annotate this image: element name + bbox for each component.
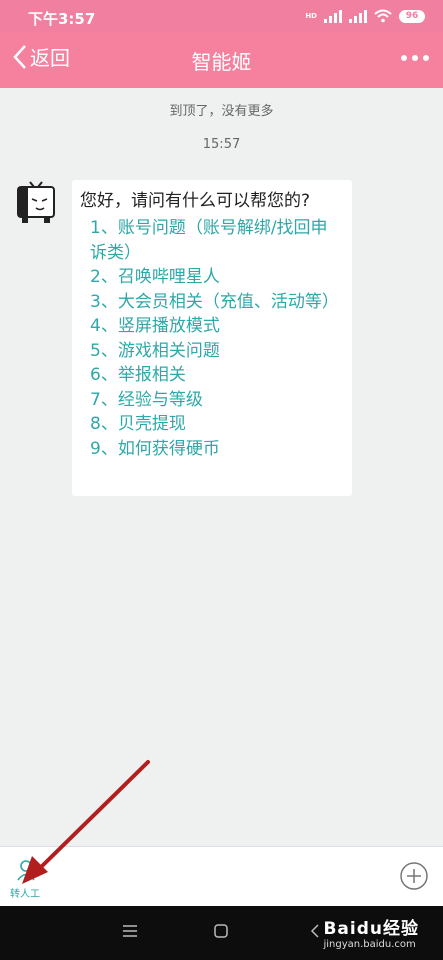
menu-icon[interactable] bbox=[122, 924, 138, 938]
status-bar: 下午3:57 HD 96 bbox=[0, 0, 443, 32]
option-item[interactable]: 1、账号问题（账号解绑/找回申诉类） bbox=[90, 216, 342, 265]
bot-avatar-icon bbox=[17, 181, 55, 223]
signal-icon-2 bbox=[349, 9, 367, 23]
add-icon[interactable] bbox=[399, 861, 429, 891]
options-list: 1、账号问题（账号解绑/找回申诉类） 2、召唤哔哩星人 3、大会员相关（充值、活… bbox=[90, 216, 342, 461]
status-time: 下午3:57 bbox=[28, 10, 96, 28]
hd-badge: HD bbox=[305, 12, 317, 20]
option-item[interactable]: 7、经验与等级 bbox=[90, 388, 342, 413]
message-timestamp: 15:57 bbox=[202, 137, 241, 152]
transfer-to-human-button[interactable]: 转人工 bbox=[8, 859, 44, 903]
watermark-url: jingyan.baidu.com bbox=[323, 939, 416, 950]
more-dot-icon bbox=[412, 55, 418, 61]
option-item[interactable]: 8、贝壳提现 bbox=[90, 412, 342, 437]
transfer-label: 转人工 bbox=[10, 889, 40, 900]
status-icons: HD 96 bbox=[305, 9, 425, 23]
no-more-notice: 到顶了，没有更多 bbox=[169, 104, 274, 119]
baidu-watermark: Baidu经验 jingyan.baidu.com bbox=[323, 914, 419, 950]
option-item[interactable]: 6、举报相关 bbox=[90, 363, 342, 388]
battery-icon: 96 bbox=[399, 9, 425, 23]
watermark-brand: Baidu经验 bbox=[323, 919, 419, 939]
person-icon bbox=[17, 860, 35, 881]
option-item[interactable]: 9、如何获得硬币 bbox=[90, 437, 342, 462]
greeting-text: 您好，请问有什么可以帮您的? bbox=[80, 191, 311, 211]
nav-bar: 返回 智能姬 bbox=[0, 32, 443, 88]
wifi-icon bbox=[374, 9, 392, 23]
option-item[interactable]: 2、召唤哔哩星人 bbox=[90, 265, 342, 290]
more-button[interactable] bbox=[401, 46, 429, 70]
more-dot-icon bbox=[401, 55, 407, 61]
back-nav-icon[interactable] bbox=[310, 924, 320, 938]
signal-icon bbox=[324, 9, 342, 23]
more-dot-icon bbox=[423, 55, 429, 61]
option-item[interactable]: 5、游戏相关问题 bbox=[90, 339, 342, 364]
input-bar: 转人工 bbox=[0, 846, 443, 907]
option-item[interactable]: 4、竖屏播放模式 bbox=[90, 314, 342, 339]
option-item[interactable]: 3、大会员相关（充值、活动等） bbox=[90, 290, 342, 315]
home-icon[interactable] bbox=[214, 924, 228, 938]
page-title: 智能姬 bbox=[191, 50, 252, 74]
message-bubble: 您好，请问有什么可以帮您的? 1、账号问题（账号解绑/找回申诉类） 2、召唤哔哩… bbox=[72, 180, 352, 496]
